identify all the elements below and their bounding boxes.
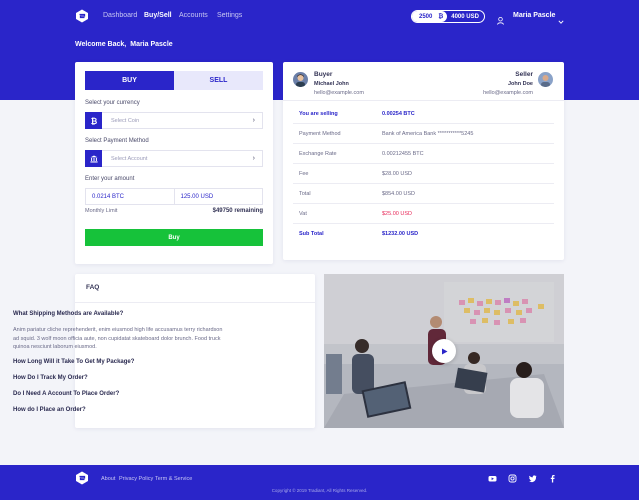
tx-key: Vat — [299, 210, 307, 217]
bank-icon — [85, 150, 102, 167]
tx-row-subtotal: Sub Total $1232.00 USD — [293, 224, 554, 244]
buy-button[interactable]: Buy — [85, 229, 263, 246]
balance-pill[interactable]: 2500 ₿ 4000 USD — [411, 10, 485, 23]
tx-value: $25.00 USD — [382, 210, 412, 217]
facebook-icon[interactable] — [548, 474, 557, 483]
faq-question[interactable]: What Shipping Methods are Available? — [13, 311, 123, 317]
faq-question[interactable]: Do I Need A Account To Place Order? — [13, 391, 119, 397]
transaction-card: Buyer Michael John hello@example.com Sel… — [283, 62, 564, 260]
coin-placeholder: Select Coin — [111, 117, 140, 124]
tx-row-fee: Fee $28.00 USD — [293, 164, 554, 184]
user-name[interactable]: Maria Pascle — [513, 12, 555, 19]
tx-row-payment: Payment Method Bank of America Bank ****… — [293, 124, 554, 144]
balance-usd: 4000 USD — [451, 13, 479, 20]
instagram-icon[interactable] — [508, 474, 517, 483]
logo-icon[interactable] — [75, 9, 89, 23]
youtube-icon[interactable] — [488, 474, 497, 483]
amount-usd-field[interactable]: 125.00 USD — [175, 189, 263, 204]
welcome-prefix: Welcome Back, — [75, 41, 127, 48]
chevron-right-icon: › — [252, 155, 255, 162]
buyer-role: Buyer — [314, 71, 333, 78]
video-player[interactable] — [324, 274, 564, 428]
seller-avatar — [538, 72, 553, 87]
play-button[interactable] — [432, 339, 456, 363]
faq-answer: Anim pariatur cliche reprehenderit, enim… — [13, 327, 223, 350]
bitcoin-icon: ₿ — [85, 112, 102, 129]
tx-row-total: Total $854.00 USD — [293, 184, 554, 204]
tx-value: $28.00 USD — [382, 170, 412, 177]
amount-label: Enter your amount — [85, 176, 135, 182]
buyer-email[interactable]: hello@example.com — [314, 90, 364, 96]
payment-label: Select Payment Method — [85, 138, 149, 144]
buyer-avatar — [293, 72, 308, 87]
currency-label: Select your currency — [85, 100, 140, 106]
footer: About Privacy Policy Term & Service Copy… — [0, 465, 639, 500]
tx-row-vat: Vat $25.00 USD — [293, 204, 554, 224]
account-placeholder: Select Account — [111, 155, 148, 162]
footer-link-about[interactable]: About — [101, 476, 115, 482]
tab-sell[interactable]: SELL — [174, 71, 263, 90]
tx-row-selling: You are selling 0.00254 BTC — [293, 104, 554, 124]
tx-value: $854.00 USD — [382, 190, 416, 197]
coin-select[interactable]: ₿ Select Coin › — [85, 112, 263, 129]
footer-link-terms[interactable]: Term & Service — [155, 476, 192, 482]
nav-accounts[interactable]: Accounts — [179, 12, 208, 19]
bitcoin-icon: ₿ — [438, 13, 444, 20]
tx-value: 0.00254 BTC — [382, 110, 415, 117]
play-icon — [442, 348, 448, 354]
account-select[interactable]: Select Account › — [85, 150, 263, 167]
amount-inputs: 0.0214 BTC 125.00 USD — [85, 188, 263, 205]
tx-key: Sub Total — [299, 231, 324, 237]
tab-buy[interactable]: BUY — [85, 71, 174, 90]
chevron-right-icon: › — [252, 117, 255, 124]
faq-question[interactable]: How do I Place an Order? — [13, 407, 86, 413]
party-header: Buyer Michael John hello@example.com Sel… — [283, 62, 564, 101]
welcome-name: Maria Pascle — [130, 41, 173, 48]
chevron-down-icon[interactable] — [558, 12, 564, 24]
nav-dashboard[interactable]: Dashboard — [103, 12, 137, 19]
tx-value: $1232.00 USD — [382, 231, 419, 237]
tx-key: Total — [299, 190, 311, 197]
monthly-limit-label: Monthly Limit — [85, 208, 118, 214]
svg-text:₿: ₿ — [90, 117, 97, 125]
tx-row-exchange: Exchange Rate 0.00212455 BTC — [293, 144, 554, 164]
divider — [75, 302, 315, 303]
welcome-message: Welcome Back, Maria Pascle — [75, 41, 173, 48]
footer-link-privacy[interactable]: Privacy Policy — [119, 476, 153, 482]
tx-value: Bank of America Bank ***********5245 — [382, 130, 474, 137]
copyright: Copyright © 2019 Tradiant, All Rights Re… — [271, 488, 368, 493]
nav-settings[interactable]: Settings — [217, 12, 242, 19]
tx-key: You are selling — [299, 110, 338, 117]
seller-email[interactable]: hello@example.com — [483, 90, 533, 96]
top-navbar: Dashboard Buy/Sell Accounts Settings 250… — [0, 0, 639, 32]
tx-key: Exchange Rate — [299, 150, 337, 157]
seller-name: John Doe — [507, 81, 533, 87]
faq-title: FAQ — [86, 284, 100, 291]
monthly-limit-value: $49750 remaining — [212, 208, 263, 214]
tx-key: Fee — [299, 170, 309, 177]
faq-question[interactable]: How Long Will it Take To Get My Package? — [13, 359, 134, 365]
trade-card: BUY SELL Select your currency ₿ Select C… — [75, 62, 273, 264]
seller-role: Seller — [515, 71, 533, 78]
logo-icon[interactable] — [75, 471, 89, 485]
nav-buy-sell[interactable]: Buy/Sell — [144, 12, 172, 19]
tx-key: Payment Method — [299, 130, 341, 137]
twitter-icon[interactable] — [528, 474, 537, 483]
balance-btc: 2500 — [419, 13, 433, 20]
user-icon[interactable] — [497, 12, 504, 25]
amount-btc-field[interactable]: 0.0214 BTC — [86, 189, 175, 204]
buyer-name: Michael John — [314, 81, 349, 87]
tx-value: 0.00212455 BTC — [382, 150, 424, 157]
faq-question[interactable]: How Do I Track My Order? — [13, 375, 88, 381]
